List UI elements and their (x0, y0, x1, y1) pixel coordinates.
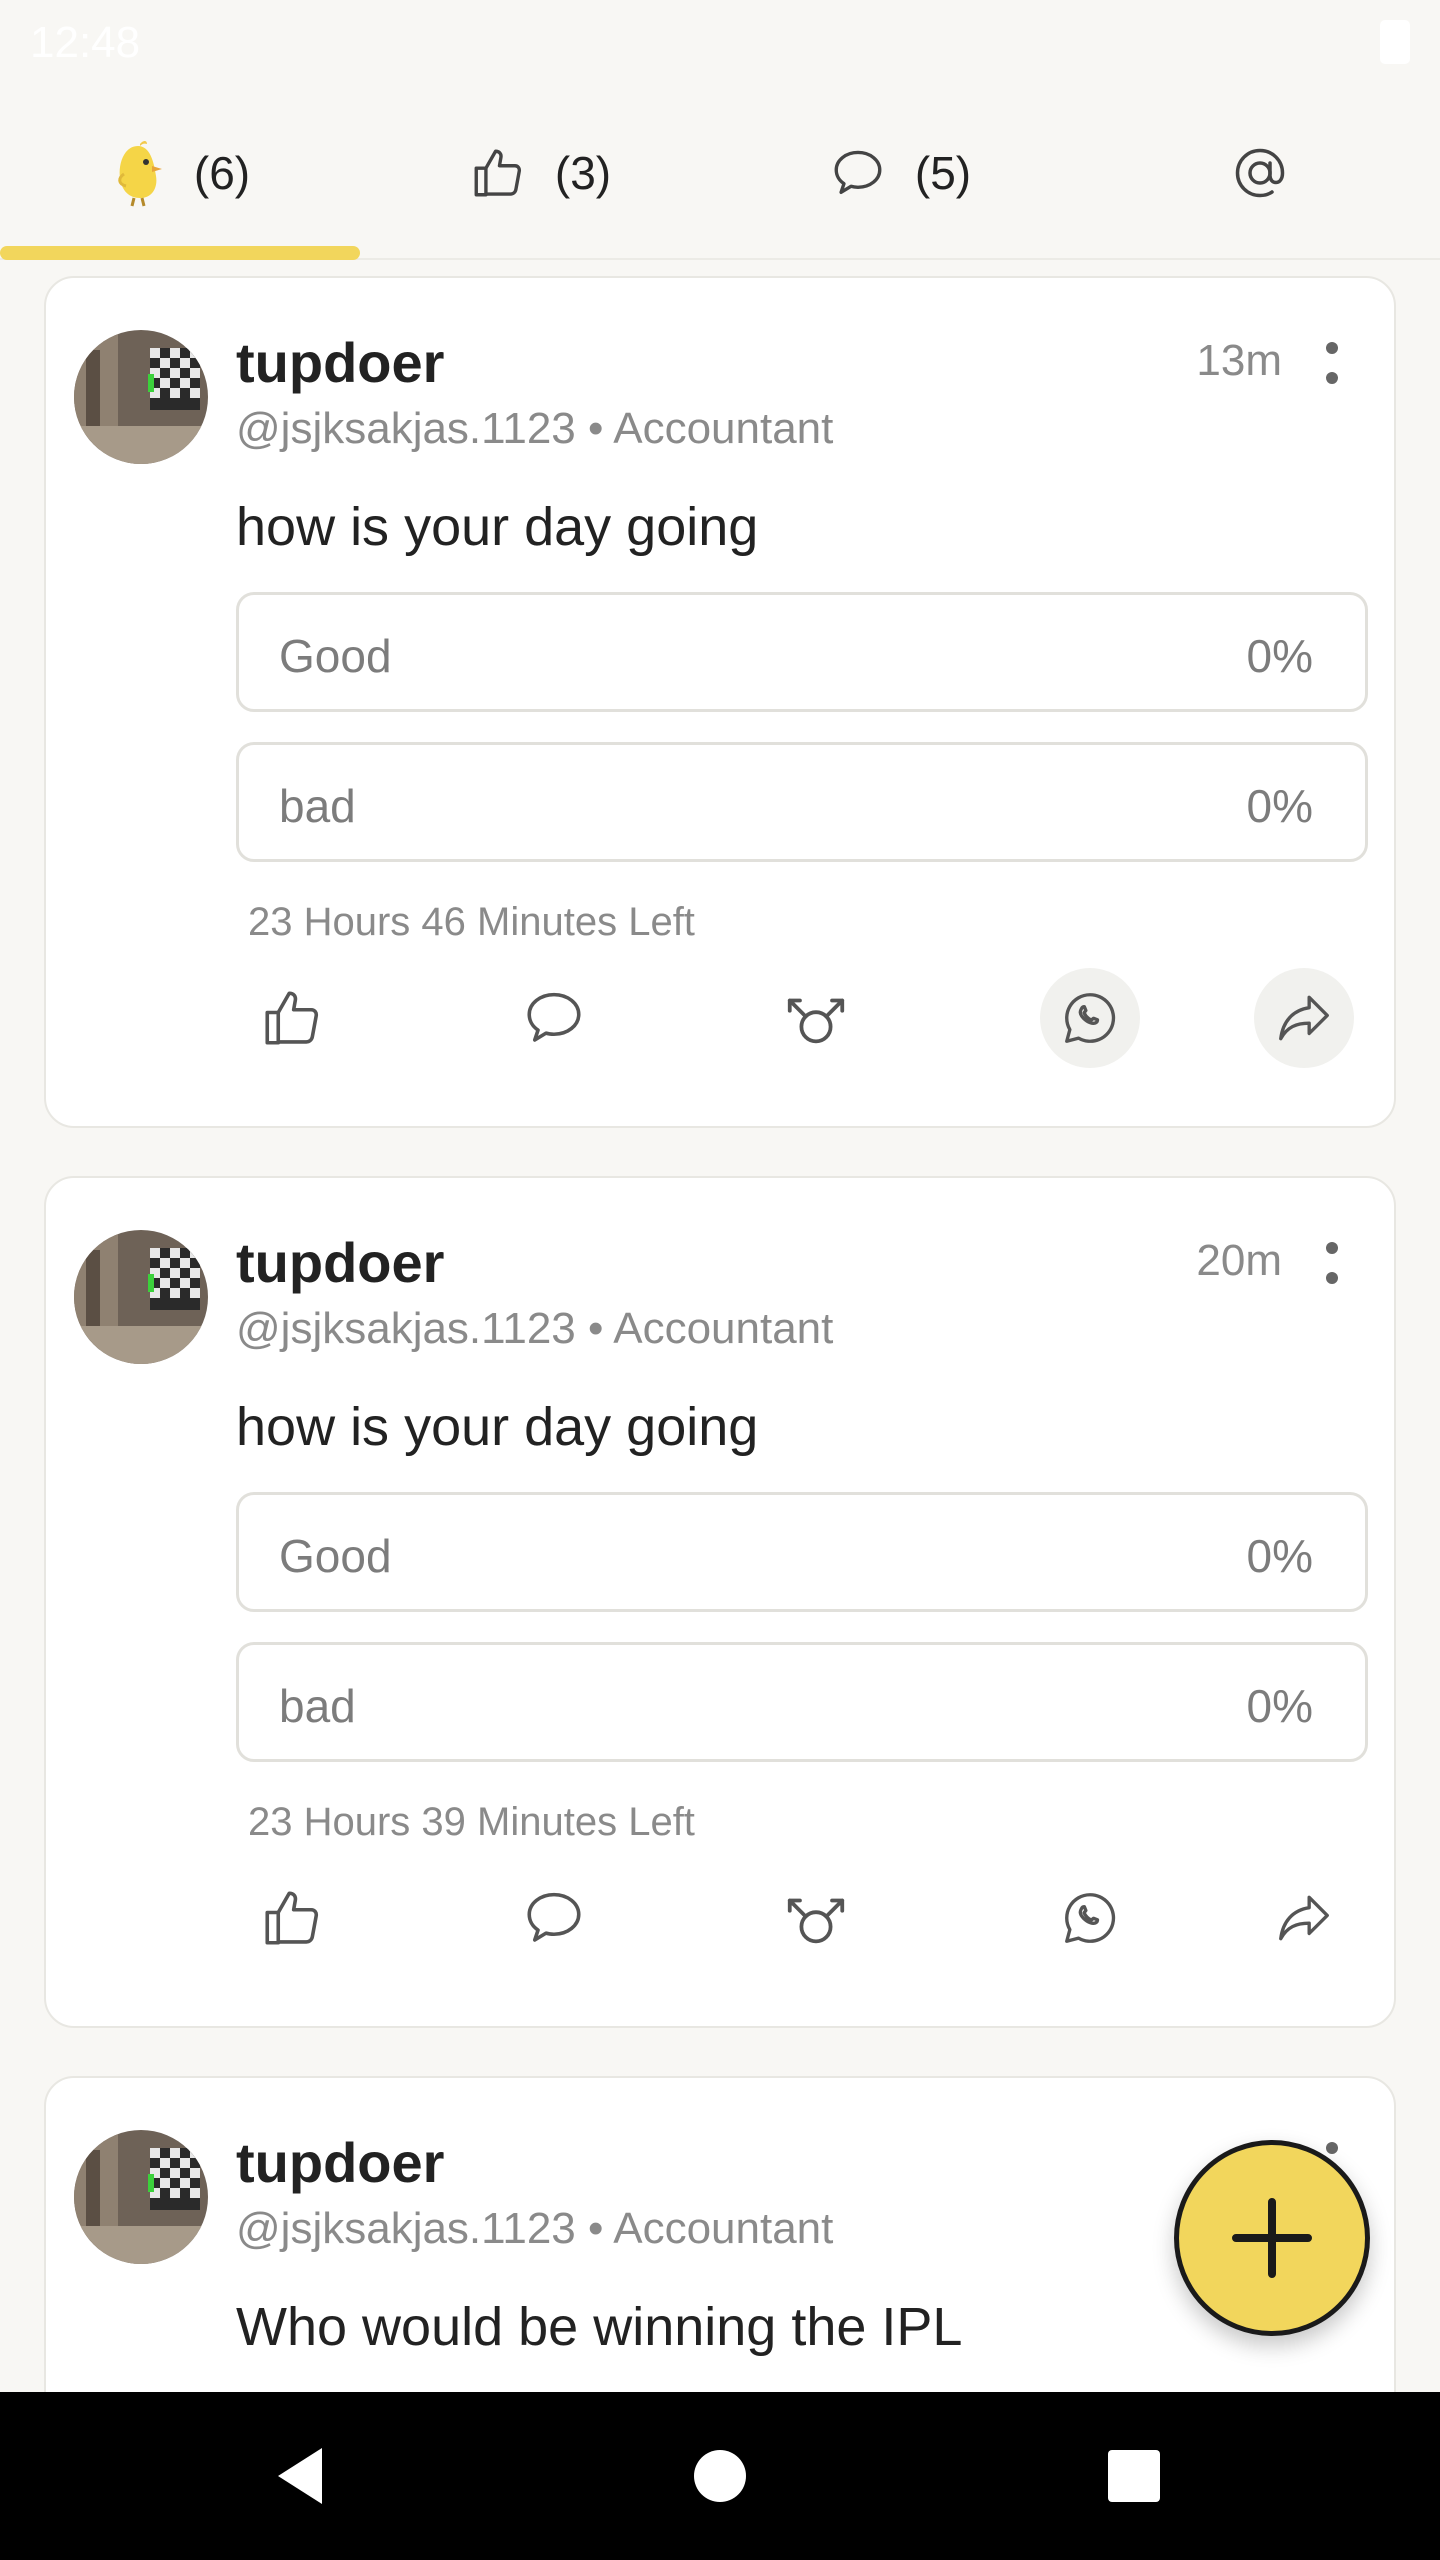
poll-option-label: bad (279, 1680, 356, 1732)
post-time: 13m (1196, 336, 1282, 385)
share-button[interactable] (1254, 1868, 1354, 1968)
system-nav-bar (0, 2392, 1440, 2560)
more-options-icon[interactable] (1322, 1240, 1342, 1288)
poll-option[interactable]: Good 0% (236, 1492, 1368, 1612)
tab-bar: (6) (3) (5) (0, 86, 1440, 260)
author-name[interactable]: tupdoer (236, 330, 444, 395)
comment-icon (527, 992, 581, 1042)
meta-separator: • (588, 1304, 604, 1353)
tab-mentions[interactable] (1080, 86, 1440, 260)
status-time: 12:48 (30, 18, 141, 67)
meta-separator: • (588, 404, 604, 453)
tab-count: (6) (193, 147, 251, 199)
poll-option-label: Good (279, 1530, 392, 1582)
whatsapp-share-button[interactable] (1040, 968, 1140, 1068)
avatar[interactable] (74, 1230, 208, 1364)
author-role: Accountant (613, 2204, 834, 2253)
poll-time-left: 23 Hours 46 Minutes Left (248, 900, 695, 944)
author-meta: @jsjksakjas.1123 • Accountant (236, 2204, 833, 2254)
post-text: how is your day going (236, 1397, 759, 1457)
post-time: 20m (1196, 1236, 1282, 1285)
poll-post-card[interactable]: tupdoer @jsjksakjas.1123 • Accountant 13… (44, 276, 1396, 1128)
tab-comments[interactable]: (5) (720, 86, 1080, 260)
whatsapp-icon (1065, 1893, 1116, 1943)
share-icon (1279, 995, 1329, 1041)
gender-button[interactable] (766, 1868, 866, 1968)
home-icon[interactable] (688, 2444, 752, 2508)
back-icon[interactable] (270, 2444, 334, 2508)
at-sign-icon (1235, 148, 1285, 198)
share-icon (1279, 1895, 1329, 1941)
tab-chick[interactable]: (6) (0, 86, 360, 260)
more-options-icon[interactable] (1322, 340, 1342, 388)
create-post-button[interactable] (1174, 2140, 1370, 2336)
tab-count: (3) (554, 147, 612, 199)
poll-option-percent: 0% (1246, 630, 1313, 682)
like-button[interactable] (242, 1868, 342, 1968)
poll-option[interactable]: bad 0% (236, 1642, 1368, 1762)
active-tab-indicator (0, 246, 360, 260)
chick-icon (118, 141, 162, 207)
thumbs-up-icon (474, 149, 521, 197)
author-name[interactable]: tupdoer (236, 1230, 444, 1295)
avatar[interactable] (74, 330, 208, 464)
tab-likes[interactable]: (3) (360, 86, 720, 260)
author-meta: @jsjksakjas.1123 • Accountant (236, 1304, 833, 1354)
share-button[interactable] (1254, 968, 1354, 1068)
author-meta: @jsjksakjas.1123 • Accountant (236, 404, 833, 454)
poll-post-card[interactable]: tupdoer @jsjksakjas.1123 • Accountant 20… (44, 1176, 1396, 2028)
comment-icon (834, 150, 882, 195)
thumbs-up-icon (265, 991, 319, 1045)
poll-option-label: Good (279, 630, 392, 682)
poll-option-percent: 0% (1246, 1530, 1313, 1582)
gender-icon (787, 998, 845, 1044)
status-bar: 12:48 (0, 0, 1440, 86)
poll-option-label: bad (279, 780, 356, 832)
thumbs-up-icon (265, 1891, 319, 1945)
meta-separator: • (588, 2204, 604, 2253)
tab-count: (5) (914, 147, 972, 199)
like-button[interactable] (242, 968, 342, 1068)
post-text: Who would be winning the IPL (236, 2297, 963, 2357)
comment-button[interactable] (504, 968, 604, 1068)
battery-icon (1380, 20, 1410, 64)
author-role: Accountant (613, 404, 834, 453)
poll-time-left: 23 Hours 39 Minutes Left (248, 1800, 695, 1844)
poll-option[interactable]: Good 0% (236, 592, 1368, 712)
author-role: Accountant (613, 1304, 834, 1353)
author-handle: @jsjksakjas.1123 (236, 1304, 576, 1353)
avatar[interactable] (74, 2130, 208, 2264)
poll-option[interactable]: bad 0% (236, 742, 1368, 862)
whatsapp-share-button[interactable] (1040, 1868, 1140, 1968)
post-text: how is your day going (236, 497, 759, 557)
feed: tupdoer @jsjksakjas.1123 • Accountant 13… (0, 262, 1440, 2392)
gender-icon (787, 1898, 845, 1944)
author-handle: @jsjksakjas.1123 (236, 404, 576, 453)
recents-icon[interactable] (1102, 2444, 1166, 2508)
author-name[interactable]: tupdoer (236, 2130, 444, 2195)
plus-icon (1232, 2198, 1312, 2278)
comment-icon (527, 1892, 581, 1942)
gender-button[interactable] (766, 968, 866, 1068)
poll-option-percent: 0% (1246, 780, 1313, 832)
author-handle: @jsjksakjas.1123 (236, 2204, 576, 2253)
poll-option-percent: 0% (1246, 1680, 1313, 1732)
comment-button[interactable] (504, 1868, 604, 1968)
whatsapp-icon (1065, 993, 1116, 1043)
